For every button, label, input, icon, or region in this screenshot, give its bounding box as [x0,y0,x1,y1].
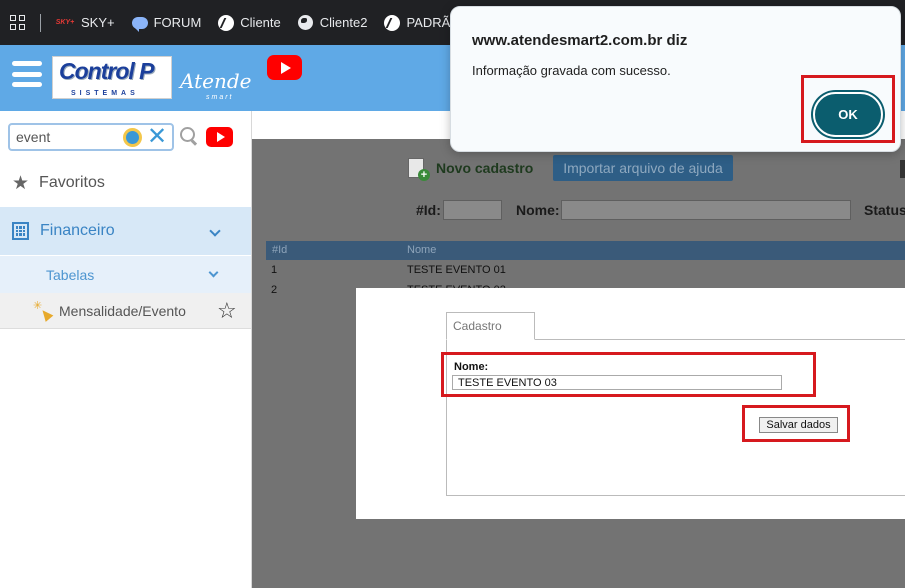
cadastro-modal: Cadastro Nome: Salvar dados [356,288,905,519]
star-icon: ★ [12,172,30,194]
globe-icon [298,15,314,30]
sidebar-item-mensalidade-evento[interactable]: Mensalidade/Evento ☆ [0,293,251,329]
bookmark-forum[interactable]: FORUM [131,15,202,32]
atende-logo: Atende [180,69,252,93]
search-icon[interactable] [180,127,198,145]
calculator-icon [12,222,29,240]
controlp-logo[interactable]: Control P SISTEMAS [52,56,172,99]
filter-nome-label: Nome: [516,202,560,218]
bookmark-label: Cliente [240,15,281,30]
chevron-down-icon [208,267,219,278]
bookmark-sky[interactable]: SKY+ SKY+ [55,15,115,31]
close-icon[interactable]: ✕ [147,125,167,149]
play-icon [216,132,225,142]
sidebar-item-favoritos[interactable]: ★ Favoritos [0,163,251,203]
chevron-down-icon [209,225,221,237]
filter-id-label: #Id: [416,202,441,218]
star-outline-icon[interactable]: ☆ [217,300,237,322]
feather-icon [384,14,401,31]
menu-search-input[interactable] [16,128,116,146]
logo-text: Control P [59,58,154,84]
bookmark-padrao[interactable]: PADRÃO [384,14,460,31]
new-document-icon[interactable] [408,158,430,181]
apps-grid-icon[interactable] [10,14,26,31]
toolbar-partial-element [900,160,905,178]
tab-cadastro[interactable]: Cadastro [446,312,535,340]
table-header [266,241,905,260]
sky-logo-icon: SKY+ [55,19,75,26]
bookmark-cliente2[interactable]: Cliente2 [298,15,368,31]
bookmark-label: SKY+ [81,15,115,30]
app-window: SKY+ SKY+ FORUM Cliente Cliente2 PADRÃO … [0,0,905,588]
sidebar-item-label: Tabelas [46,266,95,283]
menu-search-box: ✕ [8,123,174,151]
column-header-id[interactable]: #Id [272,244,287,256]
youtube-icon[interactable] [267,55,302,80]
sidebar-item-tabelas[interactable]: Tabelas [0,256,251,293]
bookmarks-separator [40,13,41,32]
sidebar-item-label: Financeiro [40,222,115,239]
new-record-link[interactable]: Novo cadastro [436,160,533,176]
sidebar-item-financeiro[interactable]: Financeiro [0,207,251,255]
table-cell-id[interactable]: 1 [271,264,277,276]
table-cell-nome[interactable]: TESTE EVENTO 01 [407,264,506,276]
chat-bubble-icon [131,16,148,32]
import-help-button[interactable]: Importar arquivo de ajuda [553,155,733,181]
filter-id-input[interactable] [443,200,502,220]
sidebar-item-label: Mensalidade/Evento [59,302,186,319]
atende-logo-subtext: smart [206,94,234,101]
column-header-nome[interactable]: Nome [407,244,436,256]
highlight-box-save [742,405,850,442]
feather-icon [218,14,235,31]
bookmark-cliente[interactable]: Cliente [218,14,281,31]
play-icon [280,61,291,74]
alert-dialog: www.atendesmart2.com.br diz Informação g… [450,6,901,152]
filter-nome-input[interactable] [561,200,851,220]
filter-status-label: Status [864,202,905,218]
sidebar-item-label: Favoritos [39,174,105,191]
table-cell-id[interactable]: 2 [271,284,277,296]
sidebar: ✕ ★ Favoritos Financeiro Tabelas Mensali… [0,111,252,588]
alert-message: Informação gravada com sucesso. [472,63,671,78]
alert-title: www.atendesmart2.com.br diz [472,32,688,49]
hamburger-menu-icon[interactable] [12,61,42,87]
bookmark-label: Cliente2 [319,15,368,30]
logo-subtext: SISTEMAS [71,90,139,97]
bookmark-label: FORUM [153,15,202,30]
search-icon[interactable] [123,128,142,147]
ok-button[interactable]: OK [813,92,883,137]
highlight-box-nome [441,352,816,397]
click-pointer-icon [33,299,52,320]
youtube-icon[interactable] [206,127,233,147]
